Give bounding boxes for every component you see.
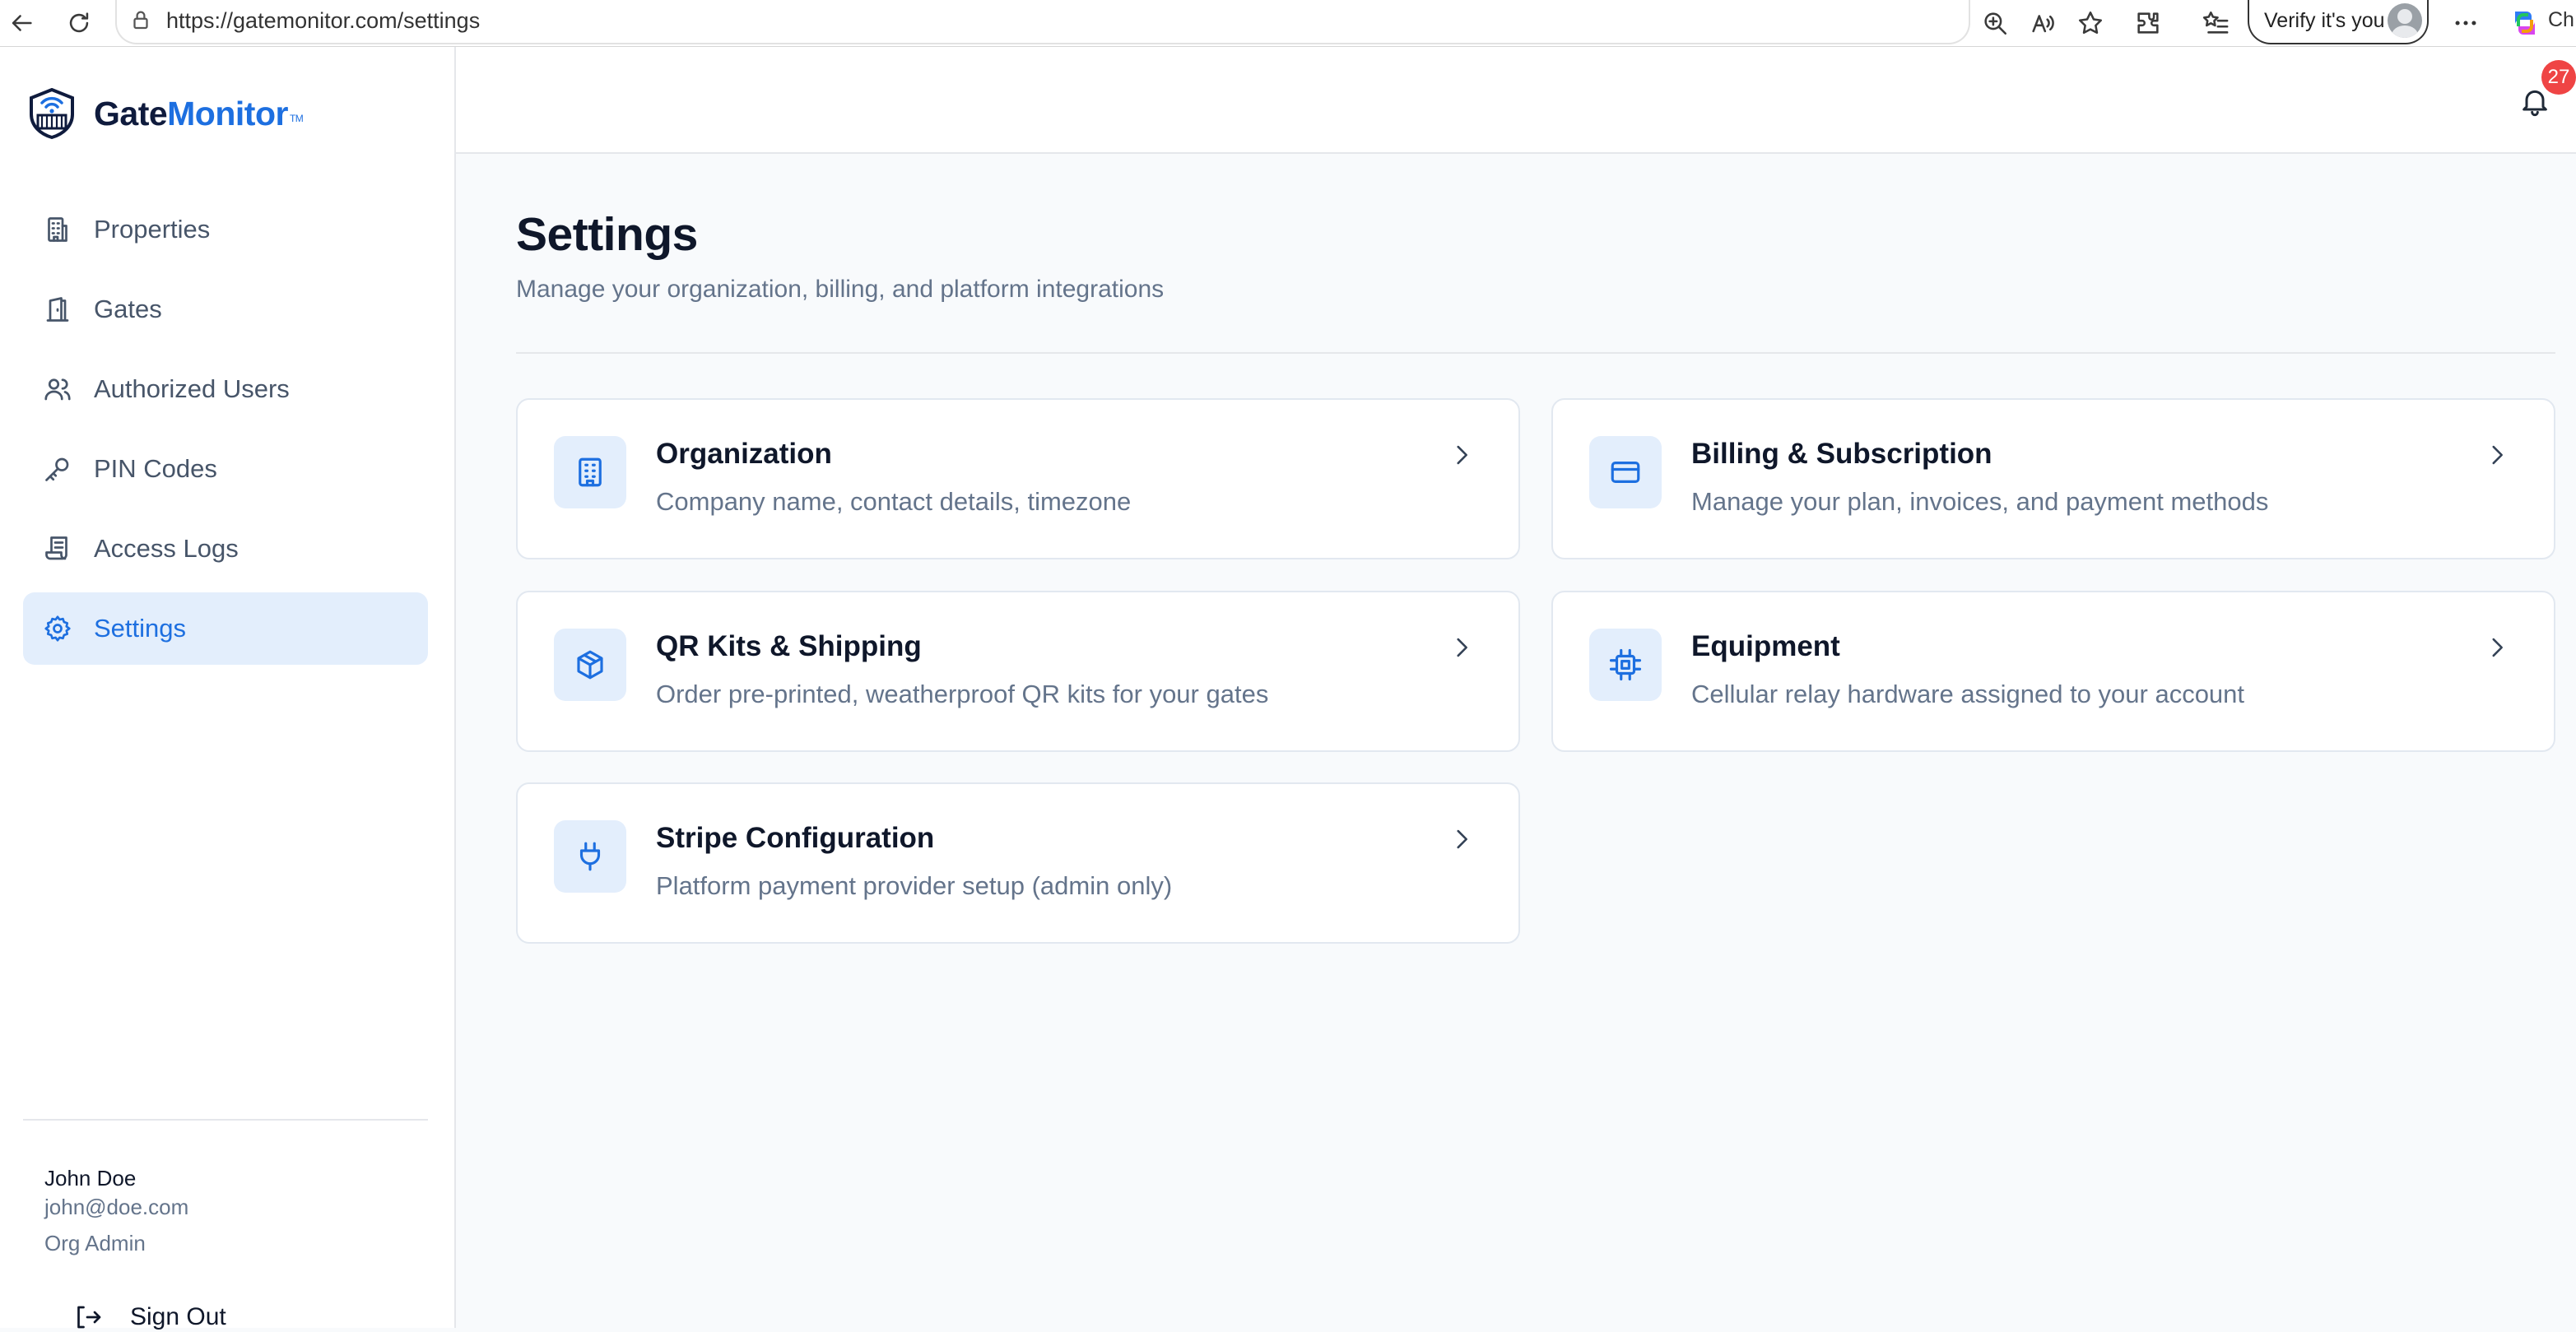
card-description: Platform payment provider setup (admin o…	[656, 871, 1173, 900]
chevron-right-icon	[1448, 634, 1476, 661]
sidebar-item-pin-codes[interactable]: PIN Codes	[23, 433, 428, 505]
more-options-icon[interactable]	[2448, 5, 2484, 41]
sidebar-item-label: Authorized Users	[94, 374, 290, 403]
settings-card-stripe[interactable]: Stripe Configuration Platform payment pr…	[516, 782, 1520, 944]
building-icon	[43, 215, 72, 244]
read-aloud-icon[interactable]	[2025, 5, 2061, 41]
favorites-list-icon[interactable]	[2197, 5, 2234, 41]
gate-icon	[43, 295, 72, 324]
sign-out-label: Sign Out	[130, 1303, 226, 1330]
favorite-star-icon[interactable]	[2072, 5, 2109, 41]
gear-icon	[43, 614, 72, 643]
logo[interactable]: GateMonitor TM	[28, 88, 304, 139]
card-description: Order pre-printed, weatherproof QR kits …	[656, 680, 1269, 708]
reload-icon[interactable]	[61, 5, 97, 41]
chevron-right-icon	[1448, 825, 1476, 853]
user-email: john@doe.com	[44, 1195, 189, 1219]
url-text: https://gatemonitor.com/settings	[166, 8, 481, 33]
card-title: Billing & Subscription	[1691, 438, 1992, 470]
sidebar-item-label: Access Logs	[94, 534, 239, 563]
scroll-icon	[43, 534, 72, 564]
page-title: Settings	[516, 208, 698, 261]
back-arrow-icon[interactable]	[3, 5, 40, 41]
card-title: Stripe Configuration	[656, 822, 935, 854]
settings-card-organization[interactable]: Organization Company name, contact detai…	[516, 398, 1520, 559]
copilot-label: Ch	[2548, 8, 2574, 31]
users-icon	[43, 374, 72, 404]
sidebar-item-settings[interactable]: Settings	[23, 592, 428, 665]
sidebar-item-label: Gates	[94, 295, 162, 323]
card-description: Cellular relay hardware assigned to your…	[1691, 680, 2245, 708]
sidebar-item-label: Properties	[94, 215, 211, 244]
chevron-right-icon	[2483, 441, 2511, 469]
sidebar: GateMonitor TM Properties Gates Authorize…	[0, 47, 456, 1330]
zoom-icon[interactable]	[1977, 5, 2013, 41]
verify-label: Verify it's you	[2264, 9, 2385, 32]
verify-profile-button[interactable]: Verify it's you	[2248, 0, 2429, 44]
address-bar[interactable]: https://gatemonitor.com/settings	[115, 0, 1970, 44]
notification-badge: 27	[2541, 60, 2576, 95]
building-icon	[554, 436, 626, 508]
settings-card-equipment[interactable]: Equipment Cellular relay hardware assign…	[1551, 591, 2555, 752]
card-description: Manage your plan, invoices, and payment …	[1691, 487, 2269, 516]
credit-card-icon	[1589, 436, 1662, 508]
user-role: Org Admin	[44, 1231, 146, 1255]
chevron-right-icon	[1448, 441, 1476, 469]
sidebar-nav: Properties Gates Authorized Users PIN Co…	[23, 193, 428, 672]
profile-avatar-icon	[2388, 3, 2422, 38]
page-subtitle: Manage your organization, billing, and p…	[516, 276, 1165, 303]
browser-toolbar: https://gatemonitor.com/settings Verify …	[0, 0, 2576, 47]
sidebar-divider	[23, 1119, 428, 1121]
card-title: Equipment	[1691, 630, 1840, 662]
extensions-icon[interactable]	[2130, 5, 2166, 41]
lock-icon	[128, 7, 153, 32]
settings-card-billing[interactable]: Billing & Subscription Manage your plan,…	[1551, 398, 2555, 559]
card-description: Company name, contact details, timezone	[656, 487, 1132, 516]
content-divider	[516, 352, 2555, 354]
sidebar-item-access-logs[interactable]: Access Logs	[23, 513, 428, 585]
settings-card-qr-kits[interactable]: QR Kits & Shipping Order pre-printed, we…	[516, 591, 1520, 752]
plug-icon	[554, 820, 626, 893]
chevron-right-icon	[2483, 634, 2511, 661]
copilot-icon[interactable]	[2507, 5, 2543, 41]
sidebar-item-label: Settings	[94, 614, 187, 643]
brand-name: GateMonitor TM	[94, 94, 304, 132]
top-header: 27	[456, 47, 2576, 154]
sidebar-item-properties[interactable]: Properties	[23, 193, 428, 266]
user-name: John Doe	[44, 1166, 137, 1190]
sidebar-item-authorized-users[interactable]: Authorized Users	[23, 353, 428, 425]
key-icon	[43, 454, 72, 484]
sidebar-item-label: PIN Codes	[94, 454, 217, 483]
gatemonitor-logo-icon	[28, 88, 76, 139]
sidebar-item-gates[interactable]: Gates	[23, 273, 428, 346]
chip-icon	[1589, 629, 1662, 701]
card-title: Organization	[656, 438, 832, 470]
card-title: QR Kits & Shipping	[656, 630, 922, 662]
package-icon	[554, 629, 626, 701]
